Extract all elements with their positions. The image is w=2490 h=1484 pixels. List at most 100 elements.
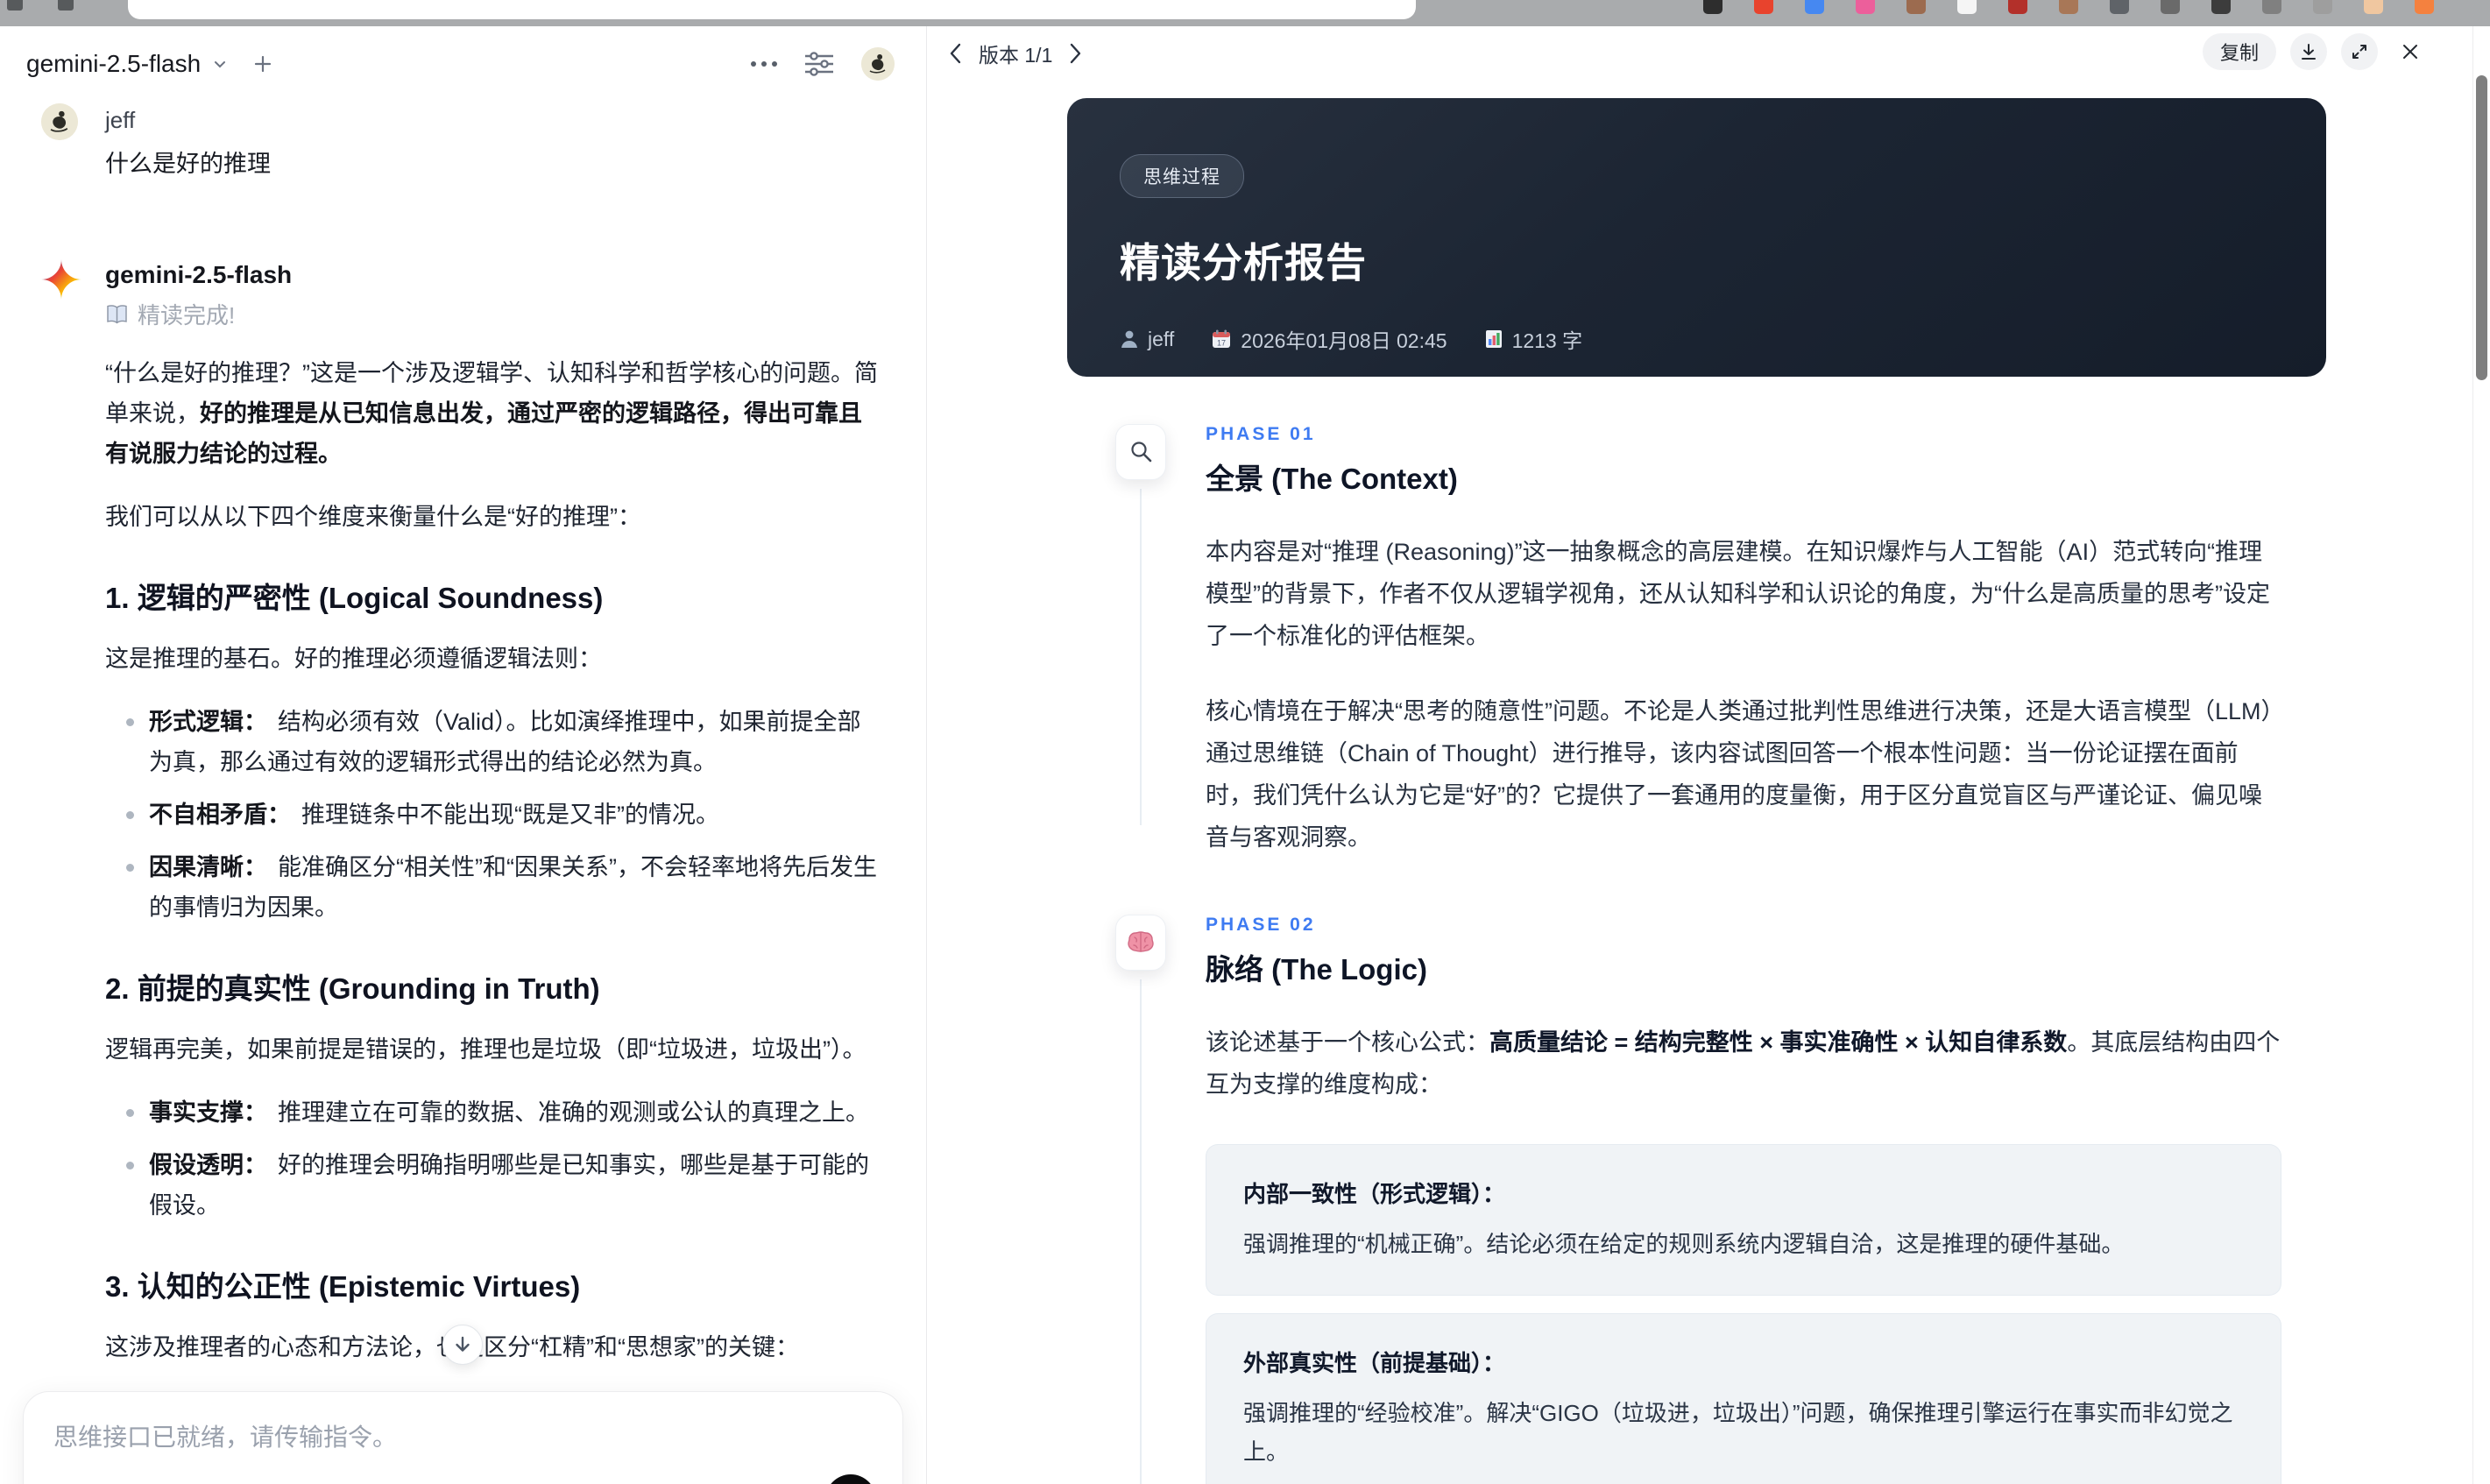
- section-heading: 1. 逻辑的严密性 (Logical Soundness): [105, 582, 604, 614]
- word-count-meta: 1213 字: [1484, 324, 1582, 354]
- card-body: 强调推理的“机械正确”。结论必须在给定的规则系统内逻辑自洽，这是推理的硬件基础。: [1243, 1231, 2125, 1257]
- address-bar[interactable]: [128, 0, 1416, 19]
- settings-sliders-icon[interactable]: [803, 50, 835, 78]
- copy-button[interactable]: 复制: [2202, 33, 2276, 70]
- list-item: 事实支撑： 推理建立在可靠的数据、准确的观测或公认的真理之上。: [105, 1092, 881, 1133]
- extension-icon[interactable]: [1957, 0, 1977, 14]
- extension-icon[interactable]: [1805, 0, 1824, 14]
- composer-placeholder: 思维接口已就绪，请传输指令。: [53, 1424, 398, 1451]
- dimension-card-1: 内部一致性（形式逻辑）： 强调推理的“机械正确”。结论必须在给定的规则系统内逻辑…: [1206, 1144, 2281, 1296]
- more-options-icon[interactable]: [751, 61, 777, 67]
- paragraph: 这涉及推理者的心态和方法论，也是区分“杠精”和“思想家”的关键：: [105, 1327, 881, 1367]
- list-item: 不自相矛盾： 推理链条中不能出现“既是又非”的情况。: [105, 795, 881, 835]
- phase-label: PHASE 01: [1206, 424, 1316, 444]
- dimension-card-2: 外部真实性（前提基础）： 强调推理的“经验校准”。解决“GIGO（垃圾进，垃圾出…: [1206, 1313, 2281, 1484]
- date-meta: 17 2026年01月08日 02:45: [1211, 324, 1447, 354]
- status-text: 精读完成!: [138, 302, 236, 329]
- app-window: gemini-2.5-flash jeff 什么是好的推理 gemini-2.5…: [0, 0, 2490, 1484]
- extension-icon[interactable]: [1703, 0, 1722, 14]
- phase-section-2: PHASE 02 脉络 (The Logic) 该论述基于一个核心公式：高质量结…: [928, 915, 2281, 1484]
- model-name: gemini-2.5-flash: [26, 50, 202, 77]
- extension-icon[interactable]: [2008, 0, 2027, 14]
- download-icon[interactable]: [2290, 33, 2327, 70]
- paragraph: 我们可以从以下四个维度来衡量什么是“好的推理”：: [105, 504, 641, 530]
- timeline-rail: [1140, 979, 1142, 1484]
- bar-chart-icon: [1484, 329, 1503, 350]
- assistant-name: gemini-2.5-flash: [105, 261, 293, 288]
- calendar-icon: 17: [1211, 329, 1232, 350]
- report-hero-card: 思维过程 精读分析报告 jeff 17 2026年01月08日 02:45 12…: [1067, 98, 2326, 377]
- extension-icon[interactable]: [2262, 0, 2281, 14]
- assistant-message: gemini-2.5-flash 精读完成! “什么是好的推理？”这是一个涉及逻…: [41, 259, 881, 1484]
- assistant-message-body: “什么是好的推理？”这是一个涉及逻辑学、认知科学和哲学核心的问题。简单来说，好的…: [105, 330, 881, 1484]
- phase-title: 脉络 (The Logic): [1206, 953, 1427, 986]
- model-selector[interactable]: gemini-2.5-flash: [26, 50, 229, 78]
- browser-tab-icons: [7, 0, 74, 11]
- bullet-list: 事实支撑： 推理建立在可靠的数据、准确的观测或公认的真理之上。 假设透明： 好的推理…: [105, 1092, 881, 1226]
- chevron-down-icon: [211, 55, 229, 73]
- paragraph: 这是推理的基石。好的推理必须遵循逻辑法则：: [105, 646, 602, 672]
- search-icon: [1115, 424, 1166, 480]
- message-composer[interactable]: 思维接口已就绪，请传输指令。: [23, 1391, 903, 1484]
- report-content: 思维过程 精读分析报告 jeff 17 2026年01月08日 02:45 12…: [928, 77, 2490, 1484]
- paragraph: 逻辑再完美，如果前提是错误的，推理也是垃圾（即“垃圾进，垃圾出”）。: [105, 1036, 867, 1063]
- version-navigator: 版本 1/1: [947, 39, 1084, 68]
- extension-icon[interactable]: [2313, 0, 2332, 14]
- hero-badge: 思维过程: [1120, 154, 1244, 198]
- bullet-dot: [126, 1109, 134, 1117]
- browser-toolbar: [0, 0, 2490, 26]
- expand-icon[interactable]: [2341, 33, 2378, 70]
- phase-paragraph: 核心情境在于解决“思考的随意性”问题。不论是人类通过批判性思维进行决策，还是大语…: [1206, 698, 2274, 851]
- report-title: 精读分析报告: [1120, 240, 1367, 286]
- composer-toolbar: [53, 1474, 876, 1484]
- user-avatar[interactable]: [861, 47, 895, 81]
- gemini-logo-icon: [41, 259, 81, 300]
- section-heading: 2. 前提的真实性 (Grounding in Truth): [105, 972, 600, 1005]
- phase-label: PHASE 02: [1206, 915, 1316, 935]
- section-heading: 3. 认知的公正性 (Epistemic Virtues): [105, 1270, 581, 1303]
- chevron-left-icon[interactable]: [947, 42, 965, 65]
- user-message: jeff 什么是好的推理: [41, 103, 875, 179]
- voice-input-button[interactable]: [825, 1474, 876, 1484]
- extension-icon[interactable]: [2415, 0, 2434, 14]
- brain-icon: [1115, 915, 1166, 971]
- close-icon[interactable]: [2392, 33, 2429, 70]
- extension-icon[interactable]: [2364, 0, 2383, 14]
- chevron-right-icon[interactable]: [1066, 42, 1084, 65]
- bullet-list: 形式逻辑： 结构必须有效（Valid）。比如演绎推理中，如果前提全部为真，那么通过…: [105, 702, 881, 928]
- svg-text:17: 17: [1217, 339, 1226, 348]
- card-body: 强调推理的“经验校准”。解决“GIGO（垃圾进，垃圾出）”问题，确保推理引擎运行…: [1243, 1400, 2233, 1465]
- extension-icon[interactable]: [2211, 0, 2231, 14]
- extension-icon[interactable]: [1754, 0, 1773, 14]
- extension-icon[interactable]: [1906, 0, 1926, 14]
- list-item: 因果清晰： 能准确区分“相关性”和“因果关系”，不会轻率地将先后发生的事情归为因果…: [105, 847, 881, 928]
- chat-header: gemini-2.5-flash: [0, 26, 926, 81]
- extension-icon[interactable]: [2161, 0, 2180, 14]
- book-icon: [105, 304, 129, 325]
- user-name: jeff: [105, 107, 136, 133]
- report-meta: jeff 17 2026年01月08日 02:45 1213 字: [1120, 324, 2274, 354]
- scrollbar-thumb[interactable]: [2476, 75, 2487, 380]
- version-label: 版本 1/1: [979, 44, 1053, 67]
- phase-paragraph: 该论述基于一个核心公式：高质量结论 = 结构完整性 × 事实准确性 × 认知自律…: [1206, 1029, 2281, 1098]
- report-topbar: 版本 1/1 复制: [928, 26, 2490, 77]
- extension-icon[interactable]: [2059, 0, 2078, 14]
- scroll-to-bottom-button[interactable]: [442, 1325, 483, 1365]
- new-chat-button[interactable]: [251, 53, 274, 75]
- author-meta: jeff: [1120, 328, 1174, 351]
- extension-icon[interactable]: [1856, 0, 1875, 14]
- list-item: 形式逻辑： 结构必须有效（Valid）。比如演绎推理中，如果前提全部为真，那么通过…: [105, 702, 881, 782]
- report-actions: 复制: [2202, 33, 2429, 70]
- phase-title: 全景 (The Context): [1206, 463, 1458, 495]
- paragraph: “什么是好的推理？”这是一个涉及逻辑学、认知科学和哲学核心的问题。简单来说，好的…: [105, 360, 878, 467]
- card-title: 外部真实性（前提基础）：: [1243, 1350, 1506, 1376]
- bullet-dot: [126, 1162, 134, 1170]
- chat-messages: jeff 什么是好的推理 gemini-2.5-flash 精读完成! “什么是…: [0, 95, 926, 1484]
- extension-icon[interactable]: [2110, 0, 2129, 14]
- assistant-status: 精读完成!: [105, 298, 881, 330]
- phase-section-1: PHASE 01 全景 (The Context) 本内容是对“推理 (Reas…: [928, 424, 2281, 859]
- bullet-dot: [126, 718, 134, 726]
- chat-panel: gemini-2.5-flash jeff 什么是好的推理 gemini-2.5…: [0, 26, 927, 1484]
- list-item: 假设透明： 好的推理会明确指明哪些是已知事实，哪些是基于可能的假设。: [105, 1145, 881, 1226]
- timeline-rail: [1140, 489, 1142, 825]
